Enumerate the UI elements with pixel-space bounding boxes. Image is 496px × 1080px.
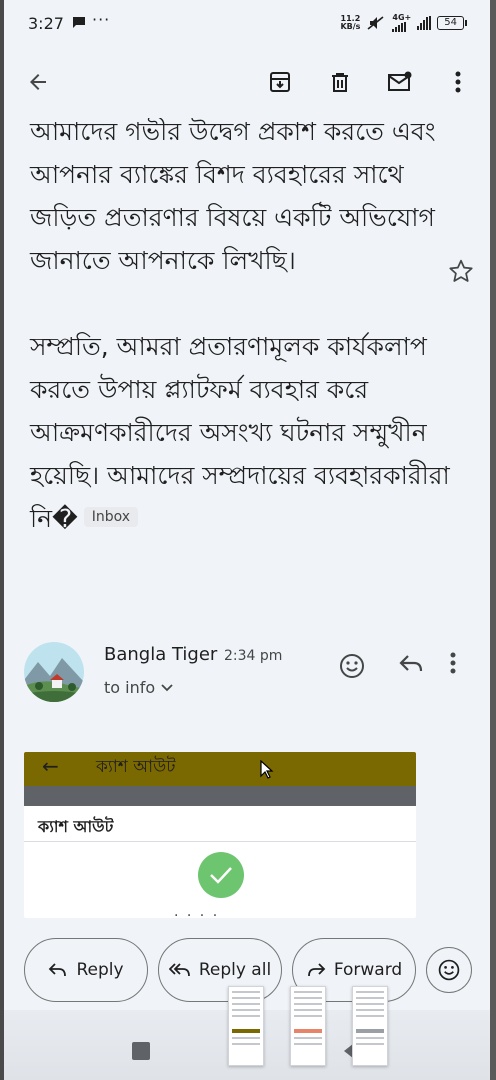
message-icon <box>73 17 85 28</box>
inbox-label-chip[interactable]: Inbox <box>83 507 139 527</box>
reply-label: Reply <box>76 960 124 980</box>
more-options-button[interactable] <box>444 68 472 96</box>
status-time: 3:27 <box>28 14 64 33</box>
reply-button[interactable]: Reply <box>24 938 148 1002</box>
mark-unread-icon <box>388 71 412 91</box>
recents-nav-icon[interactable] <box>132 1042 150 1060</box>
recent-screenshot-thumbnail[interactable] <box>228 986 264 1066</box>
mute-icon <box>367 16 384 30</box>
forward-label: Forward <box>333 960 403 980</box>
back-button[interactable] <box>24 68 52 96</box>
network-speed: 11.2 KB/s <box>340 14 361 31</box>
star-icon <box>449 259 473 282</box>
email-body: আমাদের গভীর উদ্বেগ প্রকাশ করতে এবং আপনার… <box>30 110 450 540</box>
archive-button[interactable] <box>266 68 294 96</box>
gmail-screen: 3:27 ··· 11.2 KB/s 4G+ 54 আমাদের গভীর উদ… <box>4 0 490 1080</box>
forward-icon <box>307 963 326 977</box>
recent-screenshot-thumbnail[interactable] <box>352 986 388 1066</box>
email-paragraph: আমাদের গভীর উদ্বেগ প্রকাশ করতে এবং আপনার… <box>30 117 436 275</box>
archive-icon <box>270 72 290 92</box>
signal-icon <box>392 22 407 32</box>
avatar-landscape-image <box>24 642 84 702</box>
more-vert-icon <box>455 71 461 93</box>
recipient-details[interactable]: to info <box>104 678 173 697</box>
reply-icon <box>399 655 423 672</box>
status-bar: 3:27 ··· 11.2 KB/s 4G+ 54 <box>4 0 490 48</box>
status-icons: 11.2 KB/s 4G+ 54 <box>340 14 467 32</box>
image-attachment-preview[interactable]: ← ক্যাশ আউট ক্যাশ আউট · · · · <box>24 752 416 918</box>
emoji-icon <box>340 654 364 678</box>
mark-unread-button[interactable] <box>386 68 414 96</box>
signal-4g: 4G+ <box>392 14 411 32</box>
reply-all-label: Reply all <box>198 960 272 980</box>
delete-icon <box>332 73 348 92</box>
email-paragraph: সম্প্রতি, আমরা প্রতারণামূলক কার্যকলাপ কর… <box>30 332 450 533</box>
checkmark-icon <box>210 867 232 884</box>
sender-name[interactable]: Bangla Tiger <box>104 644 217 665</box>
mouse-pointer-icon <box>260 760 274 779</box>
delete-button[interactable] <box>326 68 354 96</box>
chevron-down-icon <box>161 683 173 691</box>
arrow-back-icon <box>30 74 46 90</box>
email-toolbar <box>4 48 490 118</box>
notification-dots: ··· <box>92 10 111 29</box>
arrow-back-icon: ← <box>42 754 59 778</box>
add-reaction-button[interactable] <box>338 652 366 680</box>
signal-icon <box>417 16 432 30</box>
attachment-divider-band <box>24 786 416 806</box>
more-vert-icon <box>450 652 456 674</box>
check-circle-icon <box>198 852 244 898</box>
attachment-subtitle: ক্যাশ আউট <box>38 817 114 836</box>
attachment-cut-text: · · · · <box>174 908 220 918</box>
reply-icon <box>49 963 67 977</box>
message-more-button[interactable] <box>450 652 474 680</box>
recent-screenshot-thumbnail[interactable] <box>290 986 326 1066</box>
star-button[interactable] <box>448 258 478 288</box>
attachment-header-title: ক্যাশ আউট <box>96 757 176 777</box>
attachment-subheader: ক্যাশ আউট <box>24 806 416 842</box>
emoji-reaction-button[interactable] <box>426 947 472 993</box>
recipient-label: to info <box>104 678 156 697</box>
attachment-app-header: ← ক্যাশ আউট <box>24 752 416 786</box>
reply-all-icon <box>168 963 190 977</box>
avatar[interactable] <box>24 642 84 702</box>
battery-icon: 54 <box>437 16 467 30</box>
screen-edge <box>490 0 496 1080</box>
emoji-icon <box>438 959 460 981</box>
message-time: 2:34 pm <box>224 648 283 664</box>
message-header: Bangla Tiger 2:34 pm to info <box>4 630 490 710</box>
reply-icon-button[interactable] <box>398 652 426 680</box>
